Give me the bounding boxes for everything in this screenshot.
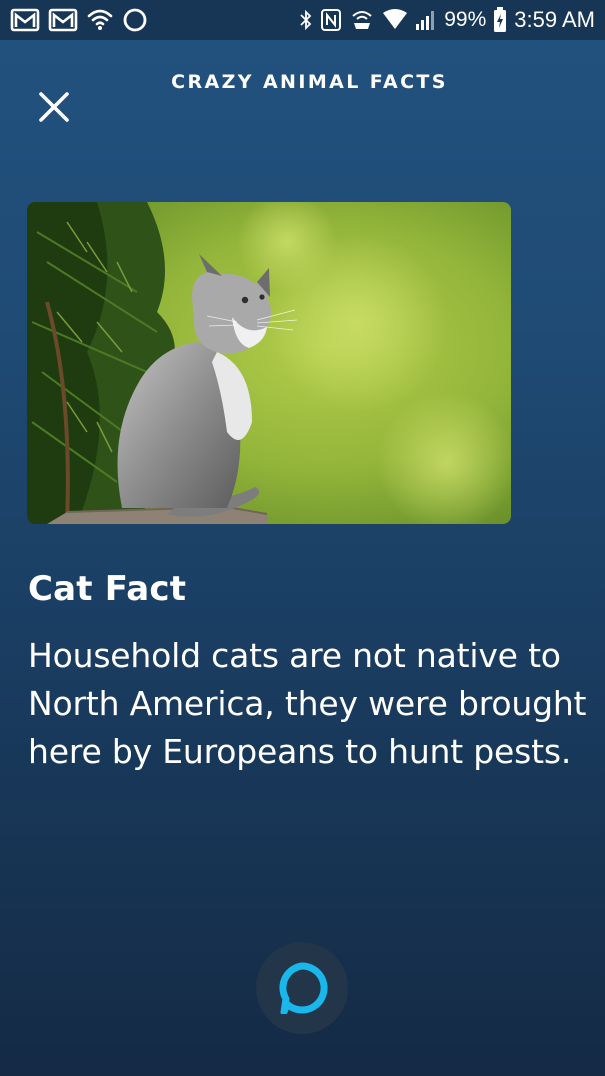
battery-icon xyxy=(493,7,507,33)
wifi-icon xyxy=(86,7,114,33)
alexa-ring-icon xyxy=(279,962,328,1014)
status-bar-right: 99% 3:59 AM xyxy=(299,6,595,34)
alexa-button[interactable] xyxy=(256,942,348,1034)
hotspot-icon xyxy=(349,8,375,32)
gmail-icon xyxy=(10,7,40,33)
circle-icon xyxy=(122,7,148,33)
cell-signal-icon xyxy=(415,9,437,31)
fact-heading: Cat Fact xyxy=(28,569,187,609)
app-title: CRAZY ANIMAL FACTS xyxy=(171,71,448,93)
close-icon xyxy=(39,92,69,122)
nfc-icon xyxy=(320,8,342,32)
clock: 3:59 AM xyxy=(514,7,595,32)
bluetooth-icon xyxy=(299,8,313,32)
status-bar-left xyxy=(10,6,148,34)
cat-photo xyxy=(27,202,511,524)
status-bar: 99% 3:59 AM xyxy=(0,0,605,40)
wifi-signal-icon xyxy=(382,9,408,31)
fact-body: Household cats are not native to North A… xyxy=(28,636,587,771)
battery-percent: 99% xyxy=(444,8,487,31)
gmail-icon xyxy=(48,7,78,33)
